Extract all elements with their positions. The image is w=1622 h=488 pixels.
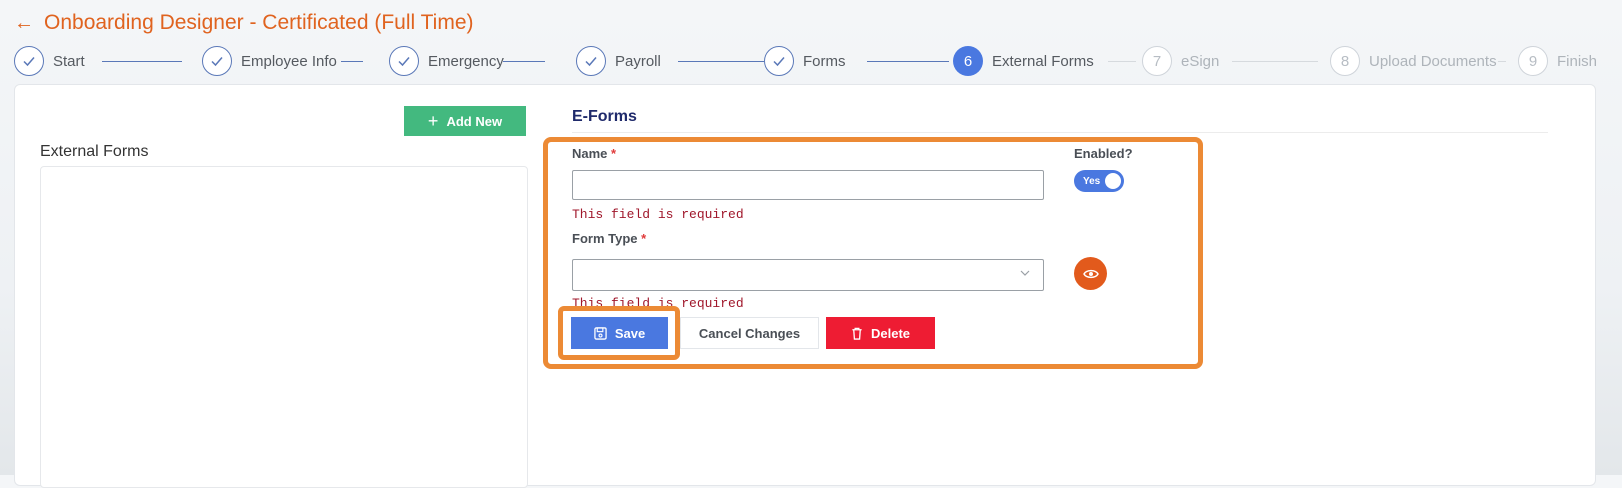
step-label: External Forms	[992, 52, 1094, 70]
page-header: ← Onboarding Designer - Certificated (Fu…	[14, 8, 474, 38]
enabled-toggle[interactable]: Yes	[1074, 170, 1124, 192]
step-label: Employee Info	[241, 52, 337, 70]
plus-icon: +	[427, 111, 439, 131]
step-label: Forms	[803, 52, 846, 70]
step-label: Payroll	[615, 52, 661, 70]
arrow-left-icon[interactable]: ←	[14, 13, 34, 33]
step-label: Finish	[1557, 52, 1598, 70]
name-label-text: Name	[572, 146, 608, 161]
step-connector	[102, 61, 182, 62]
step-employee-info[interactable]: Employee Info	[202, 44, 337, 78]
step-upload-documents[interactable]: 8 Upload Documents	[1330, 44, 1497, 78]
step-number: 9	[1518, 46, 1548, 76]
form-type-label-text: Form Type	[572, 231, 638, 246]
external-forms-list[interactable]	[40, 166, 528, 488]
delete-label: Delete	[870, 325, 911, 341]
add-new-label: Add New	[446, 113, 503, 129]
step-connector	[503, 61, 545, 62]
step-connector	[867, 61, 949, 62]
step-start[interactable]: Start	[14, 44, 85, 78]
divider	[572, 132, 1548, 133]
step-emergency[interactable]: Emergency	[389, 44, 504, 78]
step-forms[interactable]: Forms	[764, 44, 846, 78]
preview-button[interactable]	[1074, 257, 1107, 290]
add-new-button[interactable]: + Add New	[404, 106, 526, 136]
check-icon	[576, 46, 606, 76]
delete-button[interactable]: Delete	[826, 317, 935, 349]
external-forms-title: External Forms	[40, 143, 149, 160]
step-number: 8	[1330, 46, 1360, 76]
step-connector	[341, 61, 363, 62]
step-label: Start	[53, 52, 85, 70]
name-input[interactable]	[572, 170, 1044, 200]
step-esign[interactable]: 7 eSign	[1142, 44, 1219, 78]
step-number: 7	[1142, 46, 1172, 76]
save-button[interactable]: Save	[571, 317, 668, 349]
step-connector	[1498, 61, 1506, 62]
form-type-label: Form Type *	[572, 231, 646, 246]
step-payroll[interactable]: Payroll	[576, 44, 661, 78]
required-marker: *	[611, 146, 617, 161]
step-label: eSign	[1181, 52, 1220, 70]
floppy-disk-icon	[594, 326, 607, 340]
toggle-label: Yes	[1083, 175, 1101, 187]
eforms-title: E-Forms	[572, 108, 637, 125]
step-connector	[1232, 61, 1318, 62]
check-icon	[764, 46, 794, 76]
enabled-label: Enabled?	[1074, 146, 1133, 161]
page-title: Onboarding Designer - Certificated (Full…	[44, 11, 474, 34]
save-label: Save	[614, 325, 646, 341]
check-icon	[202, 46, 232, 76]
step-connector	[678, 61, 764, 62]
step-number: 6	[953, 46, 983, 76]
eye-icon	[1082, 269, 1099, 278]
required-marker: *	[641, 231, 647, 246]
name-error: This field is required	[572, 207, 744, 222]
cancel-label: Cancel Changes	[698, 325, 801, 341]
step-connector	[1108, 61, 1136, 62]
check-icon	[14, 46, 44, 76]
trash-icon	[852, 327, 862, 340]
step-finish[interactable]: 9 Finish	[1518, 44, 1597, 78]
toggle-knob	[1105, 173, 1121, 189]
cancel-changes-button[interactable]: Cancel Changes	[680, 317, 819, 349]
step-label: Upload Documents	[1369, 52, 1497, 70]
step-external-forms[interactable]: 6 External Forms	[953, 44, 1094, 78]
check-icon	[389, 46, 419, 76]
step-label: Emergency	[428, 52, 504, 70]
form-type-select[interactable]	[572, 259, 1044, 291]
name-label: Name *	[572, 146, 616, 161]
chevron-down-icon	[1020, 270, 1030, 276]
wizard-stepper: Start Employee Info Emergency Payroll Fo…	[14, 44, 1608, 78]
